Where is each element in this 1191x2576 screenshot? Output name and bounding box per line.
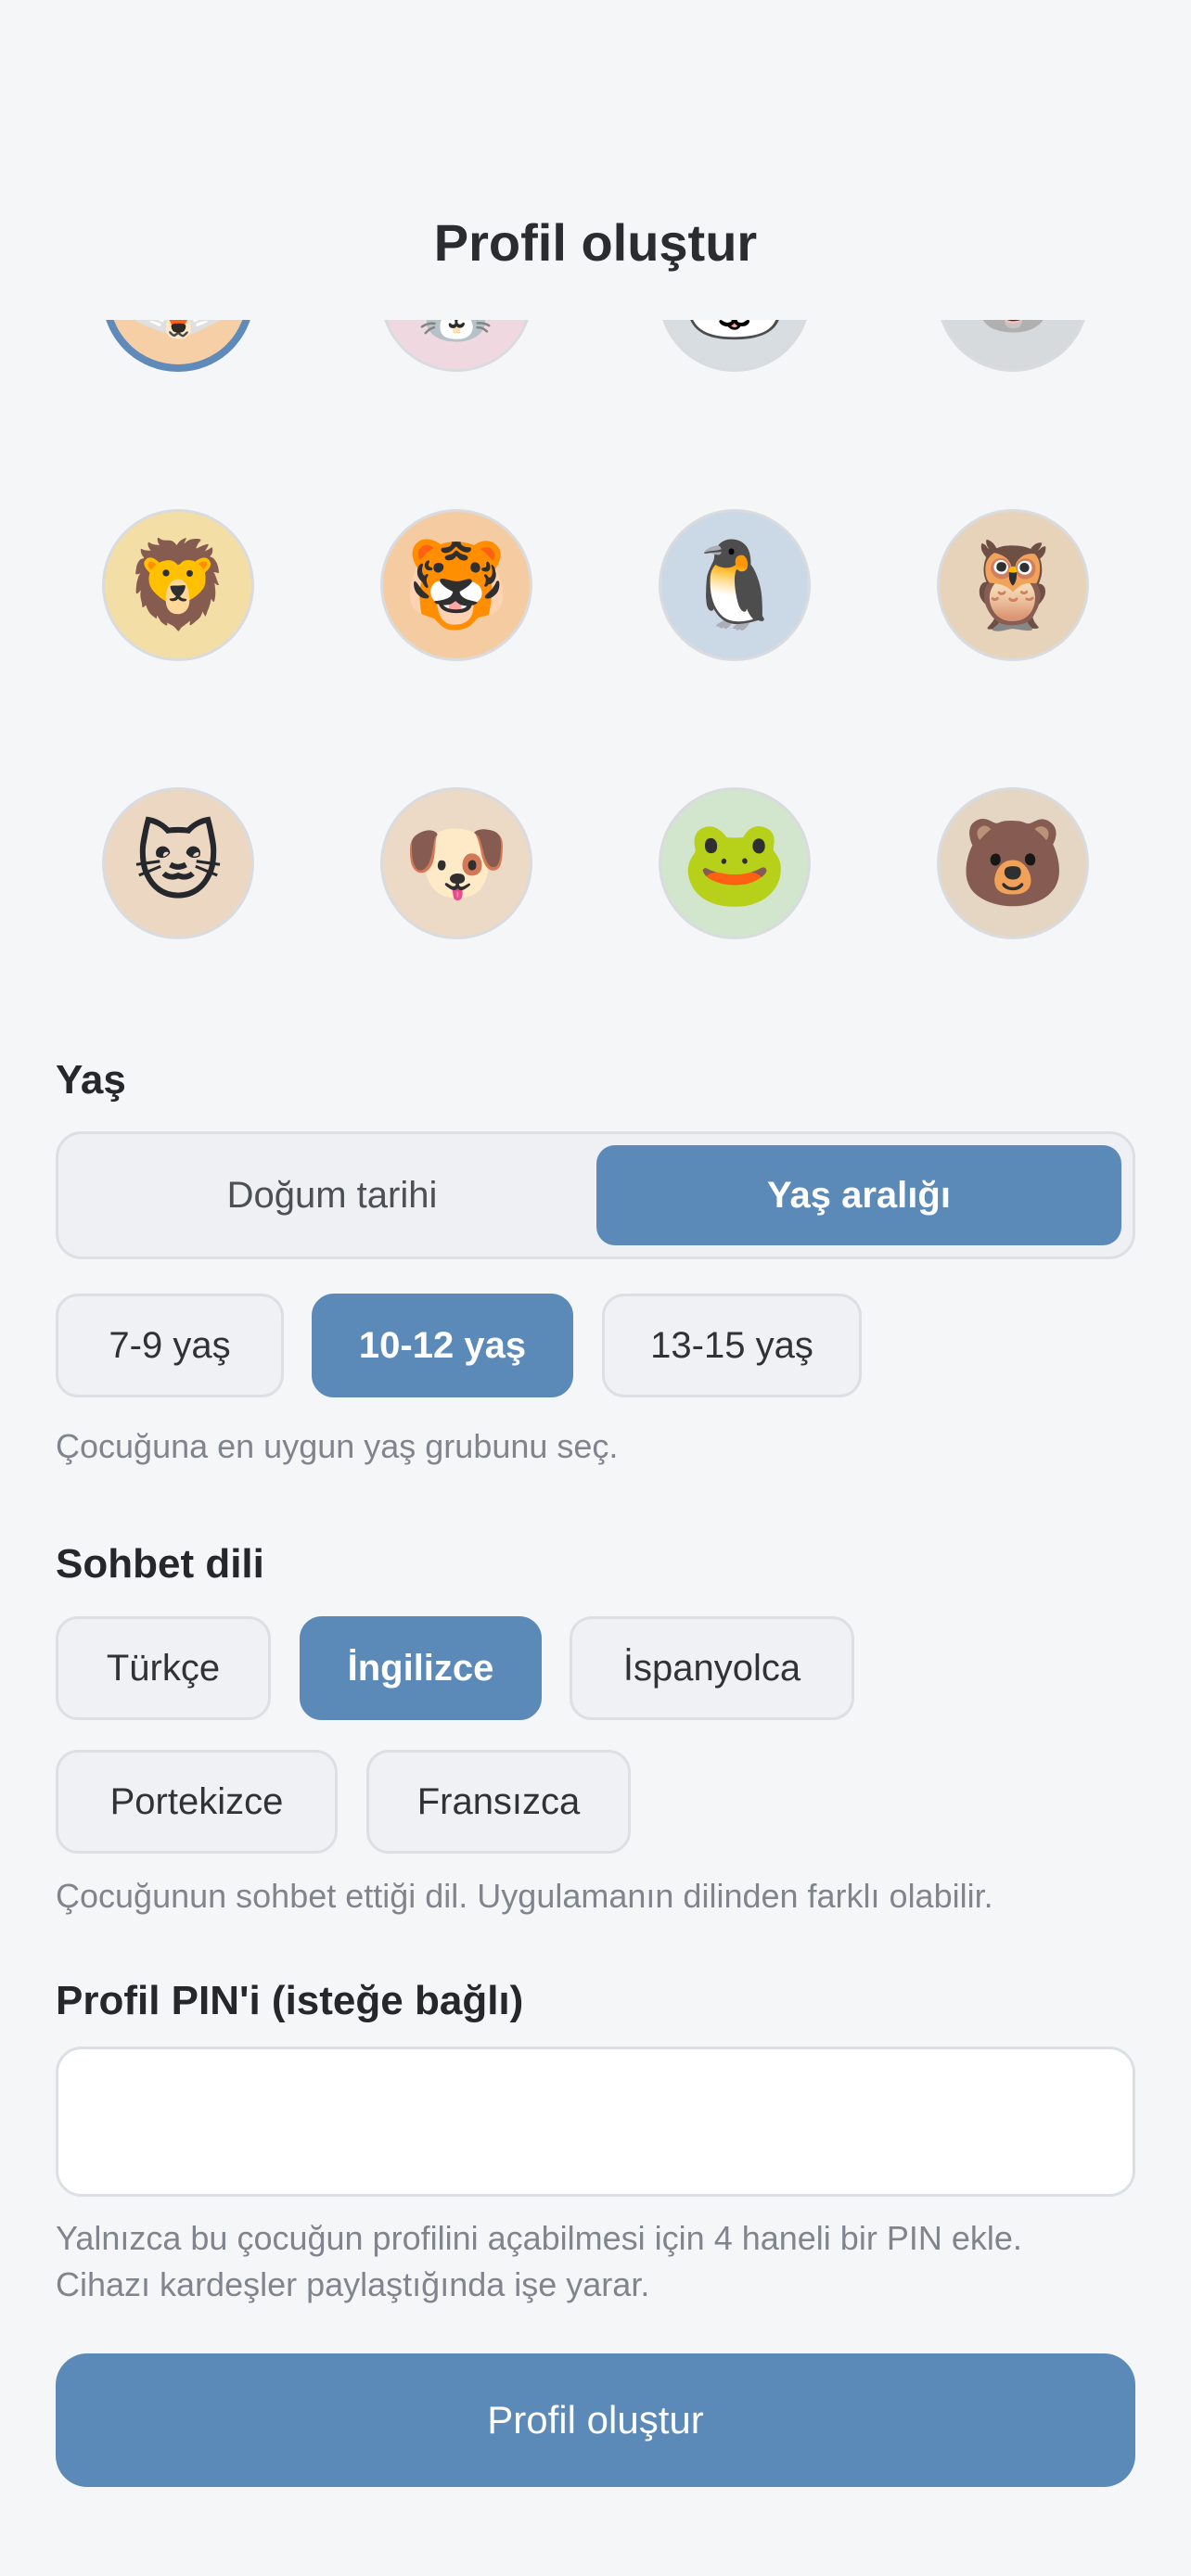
avatar-koala[interactable]: 🐨: [937, 320, 1089, 372]
dog-icon: 🐶: [403, 813, 510, 912]
avatar-dog[interactable]: 🐶: [380, 787, 532, 939]
pin-input[interactable]: [56, 2047, 1135, 2197]
pin-section-label: Profil PIN'i (isteğe bağlı): [56, 1978, 524, 2023]
avatar-owl[interactable]: 🦉: [937, 509, 1089, 661]
cat-icon: 🐱: [134, 813, 223, 912]
avatar-panda[interactable]: 🐼: [659, 320, 811, 372]
language-hint: Çocuğunun sohbet ettiği dil. Uygulamanın…: [56, 1877, 993, 1915]
language-chip-ingilizce[interactable]: İngilizce: [300, 1616, 542, 1720]
pin-hint-line-2: Cihazı kardeşler paylaştığında işe yarar…: [56, 2265, 650, 2303]
age-range-chip-13-15[interactable]: 13-15 yaş: [602, 1294, 862, 1397]
age-section-label: Yaş: [56, 1057, 126, 1103]
bunny-icon: 🐰: [403, 320, 510, 338]
avatar-bear[interactable]: 🐻: [937, 787, 1089, 939]
language-chip-fransizca[interactable]: Fransızca: [366, 1750, 631, 1854]
tiger-icon: 🐯: [403, 535, 510, 634]
avatar-tiger[interactable]: 🐯: [380, 509, 532, 661]
pin-hint-line-1: Yalnızca bu çocuğun profilini açabilmesi…: [56, 2219, 1022, 2257]
avatar-cat[interactable]: 🐱: [102, 787, 254, 939]
owl-icon: 🦉: [959, 535, 1067, 634]
koala-icon: 🐨: [960, 320, 1067, 338]
birthdate-mode-button[interactable]: Doğum tarihi: [70, 1145, 595, 1245]
age-mode-toggle: Doğum tarihi Yaş aralığı: [56, 1131, 1135, 1259]
age-range-chip-7-9[interactable]: 7-9 yaş: [56, 1294, 284, 1397]
language-chip-turkce[interactable]: Türkçe: [56, 1616, 271, 1720]
avatar-fox[interactable]: 🦊: [102, 320, 254, 372]
language-chip-portekizce[interactable]: Portekizce: [56, 1750, 338, 1854]
bear-icon: 🐻: [959, 813, 1067, 912]
avatar-lion[interactable]: 🦁: [102, 509, 254, 661]
page-title: Profil oluştur: [433, 213, 758, 272]
avatar-frog[interactable]: 🐸: [659, 787, 811, 939]
avatar-penguin[interactable]: 🐧: [659, 509, 811, 661]
age-range-chip-10-12[interactable]: 10-12 yaş: [312, 1294, 573, 1397]
penguin-icon: 🐧: [681, 535, 788, 634]
avatar-bunny[interactable]: 🐰: [380, 320, 532, 372]
age-hint: Çocuğuna en uygun yaş grubunu seç.: [56, 1427, 619, 1465]
lion-icon: 🦁: [124, 535, 232, 634]
language-section-label: Sohbet dili: [56, 1541, 264, 1587]
language-chip-ispanyolca[interactable]: İspanyolca: [570, 1616, 854, 1720]
age-range-mode-button[interactable]: Yaş aralığı: [596, 1145, 1121, 1245]
panda-icon: 🐼: [682, 320, 788, 338]
frog-icon: 🐸: [681, 813, 788, 912]
create-profile-button[interactable]: Profil oluştur: [56, 2353, 1135, 2487]
avatar-grid: 🦊 🐰 🐼 🐨 🦁 🐯 🐧 🦉 🐱 🐶 🐸 🐻: [0, 320, 1191, 969]
fox-icon: 🦊: [125, 320, 232, 338]
